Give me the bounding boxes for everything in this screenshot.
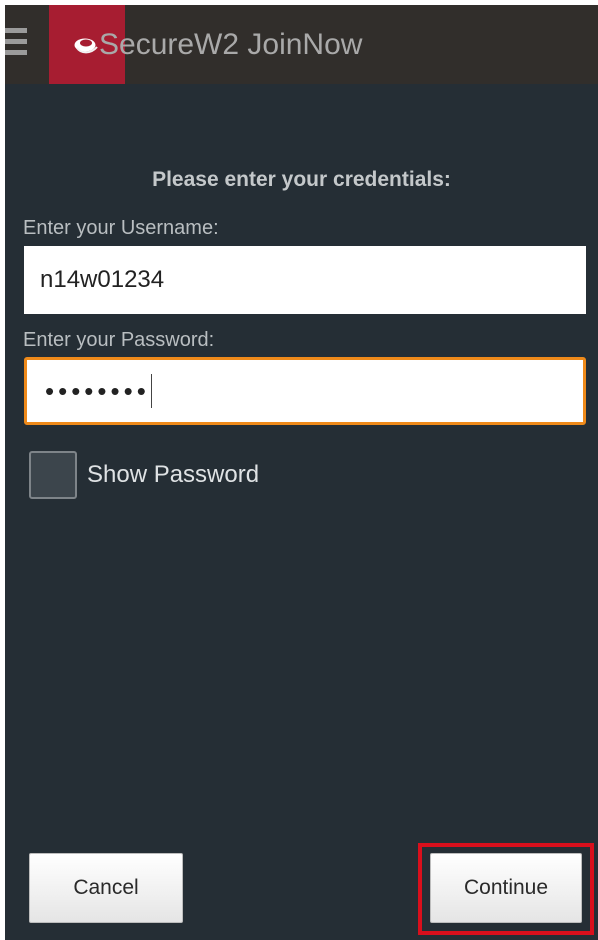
text-cursor [150, 374, 152, 409]
show-password-checkbox[interactable] [29, 451, 77, 499]
username-label: Enter your Username: [23, 217, 219, 239]
username-value: n14w01234 [40, 266, 165, 293]
app-title: SecureW2 JoinNow [99, 28, 363, 61]
app-screen: SecureW2 JoinNow Please enter your crede… [5, 5, 598, 940]
show-password-label[interactable]: Show Password [87, 461, 259, 489]
password-input[interactable]: •••••••• [24, 357, 586, 425]
credentials-heading: Please enter your credentials: [152, 168, 451, 191]
action-bar: SecureW2 JoinNow [5, 5, 598, 84]
password-label: Enter your Password: [23, 329, 215, 351]
username-input[interactable]: n14w01234 [24, 246, 586, 314]
hamburger-menu-icon[interactable] [5, 28, 27, 62]
securew2-logo-icon [74, 38, 98, 54]
continue-button[interactable]: Continue [430, 853, 582, 923]
cancel-button[interactable]: Cancel [29, 853, 183, 923]
password-value: •••••••• [45, 376, 150, 406]
